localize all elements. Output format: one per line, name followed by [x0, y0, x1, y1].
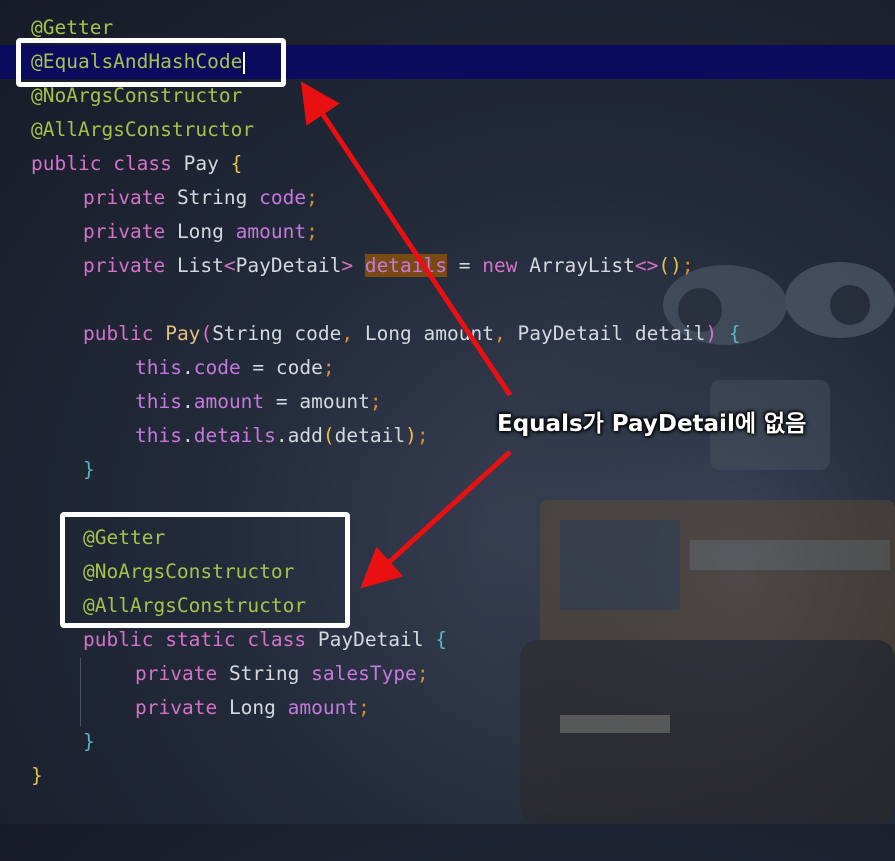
- callout-label: Equals가 PayDetail에 없음: [497, 411, 807, 437]
- arrow-to-inner-annotations: [360, 450, 512, 589]
- arrow-to-equals-annotation: [300, 81, 513, 397]
